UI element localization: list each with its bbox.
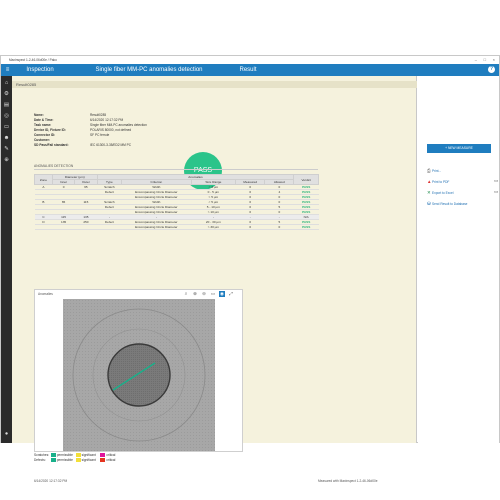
- info-value: Result0285: [90, 113, 107, 117]
- info-value: 6/14/2020 12:17:32 PM: [90, 118, 124, 122]
- export-to-excel-action[interactable]: ✕Export to Excel: [427, 190, 453, 196]
- info-value: Single fiber MM-PC anomalies detection: [90, 123, 147, 127]
- account-icon[interactable]: ●: [3, 431, 10, 438]
- print-label: Print...: [432, 169, 442, 173]
- legend-scratches-label: Scratches:: [34, 453, 50, 457]
- new-measure-button[interactable]: + NEW MEASURE: [427, 144, 491, 153]
- table-row: Encompassing Circle Diameter > 30 µm 0 0 PAS…: [34, 224, 319, 230]
- fit-icon[interactable]: ▭: [210, 291, 216, 297]
- info-label: SD Pass/Fail standard:: [34, 143, 69, 147]
- help-icon[interactable]: ?: [488, 66, 495, 73]
- cell-allowed: 0: [264, 224, 294, 230]
- col-verdict: Verdict: [293, 174, 319, 185]
- user-icon[interactable]: ☻: [3, 135, 10, 142]
- cell-inner: [52, 224, 75, 230]
- send-to-database-action[interactable]: ⛁Send Result to Database: [427, 201, 467, 207]
- footer-date: 6/14/2020 12:17:32 PM: [34, 479, 68, 483]
- tab-result[interactable]: Result: [223, 64, 273, 76]
- expand-icon[interactable]: ⤢: [228, 291, 234, 297]
- anomalies-section-title: ANOMALIES DETECTION: [34, 164, 74, 168]
- legend-swatch: [75, 453, 81, 458]
- inspection-icon[interactable]: ◎: [3, 113, 10, 120]
- title-bar: Maxinspect 1-2-46-06d00e / Pako – □ ×: [1, 56, 499, 64]
- legend-item: critical: [106, 458, 116, 462]
- anomalies-image-panel: Anomalies ⌕ ⊕ ⊖ ▭ ◉ ⤢: [34, 289, 243, 452]
- legend-item: permissible: [56, 458, 73, 462]
- anomalies-table-body: A 0 65 Scratch Width < 3 µm 0 0 PASS Defect Encomp…: [34, 184, 319, 230]
- legend-item: significant: [81, 458, 96, 462]
- result-main-panel: Result0285 Name: Result0285 Date & Time:…: [12, 76, 417, 483]
- zoom-search-icon[interactable]: ⌕: [183, 291, 189, 297]
- legend-swatch: [50, 453, 56, 458]
- legend-swatch: [50, 458, 56, 463]
- tab-task[interactable]: Single fiber MM-PC anomalies detection: [79, 64, 219, 76]
- print-to-pdf-label: Print to PDF: [432, 180, 450, 184]
- info-label: Date & Time:: [34, 118, 54, 122]
- image-panel-title: Anomalies: [38, 292, 53, 296]
- anomalies-table: Zone Diameter (µm) Anomalies Verdict Inn…: [34, 174, 319, 230]
- minimize-icon[interactable]: –: [475, 56, 477, 64]
- folder-icon[interactable]: ▭: [494, 178, 498, 184]
- print-to-pdf-action[interactable]: ▲Print to PDF: [427, 179, 449, 184]
- zoom-out-icon[interactable]: ⊖: [201, 291, 207, 297]
- fiber-core: [107, 343, 171, 407]
- cell-outer: [74, 224, 98, 230]
- export-to-excel-label: Export to Excel: [432, 191, 454, 195]
- send-to-database-label: Send Result to Database: [432, 202, 468, 206]
- cell-verdict: PASS: [293, 224, 319, 230]
- legend-item: permissible: [56, 453, 73, 457]
- legend-swatch: [100, 453, 106, 458]
- fiber-end-face-image: [63, 299, 215, 451]
- overlay-toggle-icon[interactable]: ◉: [219, 291, 225, 297]
- info-label: Task name:: [34, 123, 52, 127]
- legend-item: significant: [81, 453, 96, 457]
- application-window: Maxinspect 1-2-46-06d00e / Pako – □ × ≡ …: [0, 55, 500, 483]
- print-action[interactable]: ⎙Print...: [427, 168, 441, 173]
- settings-icon[interactable]: ⚙: [3, 91, 10, 98]
- cell-size-range: > 30 µm: [191, 224, 236, 230]
- folder-icon[interactable]: ▭: [494, 189, 498, 195]
- cell-measured: 0: [235, 224, 265, 230]
- top-bar: ≡ Inspection Single fiber MM-PC anomalie…: [1, 64, 499, 76]
- document-icon[interactable]: ▭: [3, 124, 10, 131]
- info-value: POLARIS 80000, not defined: [90, 128, 132, 132]
- cell-zone: [34, 224, 53, 230]
- legend-swatch: [100, 458, 106, 463]
- info-label: Device ID, Fixture ID:: [34, 128, 66, 132]
- actions-panel: + NEW MEASURE ⎙Print... ▲Print to PDF ▭ …: [418, 76, 499, 443]
- zoom-in-icon[interactable]: ⊕: [192, 291, 198, 297]
- result-header: Result0285: [12, 81, 417, 88]
- legend-swatch: [75, 458, 81, 463]
- info-label: Customer:: [34, 138, 50, 142]
- book-icon[interactable]: ▤: [3, 102, 10, 109]
- cell-type: [97, 224, 122, 230]
- sidebar: ⌂ ⚙ ▤ ◎ ▭ ☻ ✎ ⊕ ●: [1, 76, 12, 443]
- info-value: IEC 61300-3-35/ED2 MM PC: [90, 143, 132, 147]
- info-label: Name:: [34, 113, 44, 117]
- tools-icon[interactable]: ✎: [3, 146, 10, 153]
- col-zone: Zone: [34, 174, 53, 185]
- info-label: Connector ID:: [34, 133, 56, 137]
- footer-measured-with: Measured with Maxinspect 1-2-46-06d00e: [318, 479, 378, 483]
- hamburger-menu-icon[interactable]: ≡: [3, 64, 12, 76]
- cell-criterion: Encompassing Circle Diameter: [121, 224, 191, 230]
- tab-inspection[interactable]: Inspection: [15, 64, 65, 76]
- legend-defects-row: Defects: permissible significant critica…: [34, 458, 115, 463]
- close-icon[interactable]: ×: [493, 56, 495, 64]
- legend: Scratches: permissible significant criti…: [34, 453, 115, 463]
- info-value: SF PC ferrule: [90, 133, 110, 137]
- legend-defects-label: Defects:: [34, 458, 46, 462]
- maximize-icon[interactable]: □: [484, 56, 486, 64]
- legend-item: critical: [106, 453, 116, 457]
- window-title: Maxinspect 1-2-46-06d00e / Pako: [9, 58, 57, 62]
- home-icon[interactable]: ⌂: [3, 80, 10, 87]
- target-icon[interactable]: ⊕: [3, 157, 10, 164]
